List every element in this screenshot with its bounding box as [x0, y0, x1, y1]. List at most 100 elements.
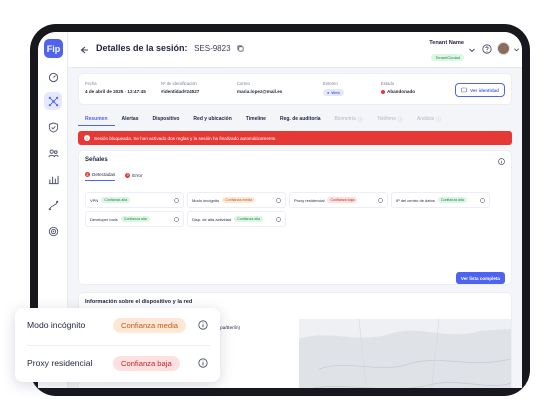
signals-callout: Modo incógnito Confianza media Proxy res… — [15, 308, 220, 382]
map-image — [299, 319, 511, 388]
confidence-badge: Confianza media — [113, 317, 186, 333]
help-icon: ⓘ — [357, 116, 363, 123]
globe-icon: ● — [327, 90, 330, 95]
help-icon[interactable] — [482, 44, 492, 54]
chevron-down-icon[interactable] — [513, 46, 520, 53]
sidebar-item-reports[interactable] — [44, 170, 62, 188]
confidence-badge: Confianza alta — [101, 197, 131, 203]
verify-identity-label: Ver identidad — [470, 87, 499, 93]
target-icon — [48, 226, 58, 236]
app-logo[interactable]: Fip — [44, 39, 63, 58]
signals-grid: VPN Confianza alta Modo incógnito Confianz… — [85, 192, 490, 227]
signal-item[interactable]: Disp. de alta actividad Confianza alta — [187, 211, 286, 227]
page-title-text: Detalles de la sesión: — [96, 43, 188, 53]
blocked-alert-banner: ! Sesión bloqueada. Se han activado dos … — [78, 131, 512, 145]
info-icon[interactable] — [480, 198, 485, 203]
location-map[interactable] — [299, 319, 511, 388]
confidence-badge: Confianza media — [222, 197, 256, 203]
sidebar-item-sessions[interactable] — [44, 92, 62, 110]
tab-label: Dispositivo — [152, 116, 180, 122]
tab-detectadas[interactable]: 8 Detectadas — [85, 172, 116, 181]
tenant-name: Tenant Name — [429, 40, 464, 46]
info-icon[interactable] — [174, 198, 179, 203]
signal-label: Proxy residencial — [27, 358, 93, 368]
sidebar-item-users[interactable] — [44, 144, 62, 162]
divider — [27, 345, 210, 346]
tab-label: Resumen — [85, 115, 108, 122]
info-icon[interactable] — [198, 320, 208, 330]
field-label: Correo — [237, 81, 250, 86]
copy-icon[interactable] — [237, 45, 244, 52]
bar-chart-icon — [48, 175, 59, 184]
signal-label: Modo incógnito — [27, 320, 86, 330]
environment-value: Web — [331, 90, 340, 95]
alert-text: Sesión bloqueada. Se han activado dos re… — [94, 135, 277, 141]
tab-analisis: Análisis ⓘ — [410, 112, 448, 126]
see-full-list-button[interactable]: Ver lista completa — [455, 272, 505, 284]
callout-row[interactable]: Proxy residencial Confianza baja — [27, 355, 210, 371]
info-icon[interactable] — [276, 217, 281, 222]
confidence-badge: Confianza baja — [113, 355, 180, 371]
info-icon[interactable] — [174, 217, 179, 222]
info-icon[interactable] — [276, 198, 281, 203]
sidebar-item-dashboard[interactable] — [44, 68, 62, 86]
sidebar-item-targets[interactable] — [44, 222, 62, 240]
top-bar: Detalles de la sesión: SES-9823 Tenant N… — [68, 32, 522, 68]
help-icon: ⓘ — [397, 116, 403, 123]
tab-error[interactable]: 0 Error — [125, 172, 142, 181]
signal-item[interactable]: Proxy residencial Confianza baja — [289, 192, 388, 208]
tab-label: Reg. de auditoría — [279, 116, 321, 122]
signal-label: Proxy residencial — [294, 197, 325, 203]
field-value: maria.lopez@mail.es — [237, 89, 283, 94]
tab-label: Error — [132, 172, 143, 178]
signal-item[interactable]: Modo incógnito Confianza media — [187, 192, 286, 208]
info-icon[interactable] — [198, 358, 208, 368]
tab-resumen[interactable]: Resumen — [78, 112, 115, 126]
back-arrow-icon[interactable] — [78, 44, 90, 56]
status-dot-icon — [381, 89, 385, 94]
signal-label: VPN — [90, 197, 99, 203]
chevron-down-icon[interactable] — [468, 46, 476, 54]
signal-label: Developer tools — [90, 216, 118, 222]
field-label: Entorno — [323, 81, 338, 86]
help-icon: ⓘ — [436, 116, 442, 123]
session-info-card: Fecha 4 de abril de 2025 · 12:47:45 Nº d… — [78, 73, 512, 105]
field-correo: Correo maria.lopez@mail.es — [237, 81, 282, 94]
confidence-badge: Confianza alta — [234, 216, 264, 222]
verify-identity-button[interactable]: Ver identidad — [455, 83, 505, 97]
page-title: Detalles de la sesión: SES-9823 — [96, 43, 244, 53]
field-label: Nº de identificación — [161, 81, 197, 86]
count-badge: 0 — [125, 172, 131, 178]
sidebar-item-flows[interactable] — [44, 196, 62, 214]
tab-auditoria[interactable]: Reg. de auditoría — [273, 112, 328, 126]
tenant-selector[interactable]: Tenant Name TenantCiudad — [429, 40, 464, 64]
environment-chip: ● Web — [323, 89, 344, 96]
signal-item[interactable]: Developer tools Confianza alta — [85, 211, 184, 227]
tab-telefono: Teléfono ⓘ — [370, 112, 410, 126]
signal-label: Disp. de alta actividad — [192, 216, 232, 222]
avatar[interactable] — [497, 42, 510, 55]
callout-row[interactable]: Modo incógnito Confianza media — [27, 317, 210, 333]
sidebar-item-rules[interactable] — [44, 118, 62, 136]
confidence-badge: Confianza alta — [120, 216, 150, 222]
users-icon — [47, 149, 59, 157]
network-icon — [48, 96, 58, 106]
field-value: #identidad#24527 — [161, 89, 200, 94]
tab-dispositivo[interactable]: Dispositivo — [145, 112, 186, 126]
field-entorno: Entorno ● Web — [323, 81, 344, 96]
tab-alertas[interactable]: Alertas — [115, 112, 146, 126]
tab-timeline[interactable]: Timeline — [239, 112, 273, 126]
tab-red-ubicacion[interactable]: Red y ubicación — [186, 112, 238, 126]
field-label: Fecha — [85, 81, 97, 86]
signal-label: IP del centro de datos — [396, 197, 435, 203]
shield-check-icon — [48, 121, 58, 133]
field-estado: Estado Abandonado — [381, 81, 415, 94]
field-id: Nº de identificación #identidad#24527 — [161, 81, 199, 94]
id-card-icon — [461, 87, 467, 93]
info-icon[interactable] — [378, 198, 383, 203]
field-value: 4 de abril de 2025 · 12:47:45 — [85, 89, 146, 94]
signal-item[interactable]: VPN Confianza alta — [85, 192, 184, 208]
session-id: SES-9823 — [194, 44, 231, 53]
info-icon[interactable] — [498, 158, 505, 165]
signal-item[interactable]: IP del centro de datos Confianza alta — [391, 192, 490, 208]
